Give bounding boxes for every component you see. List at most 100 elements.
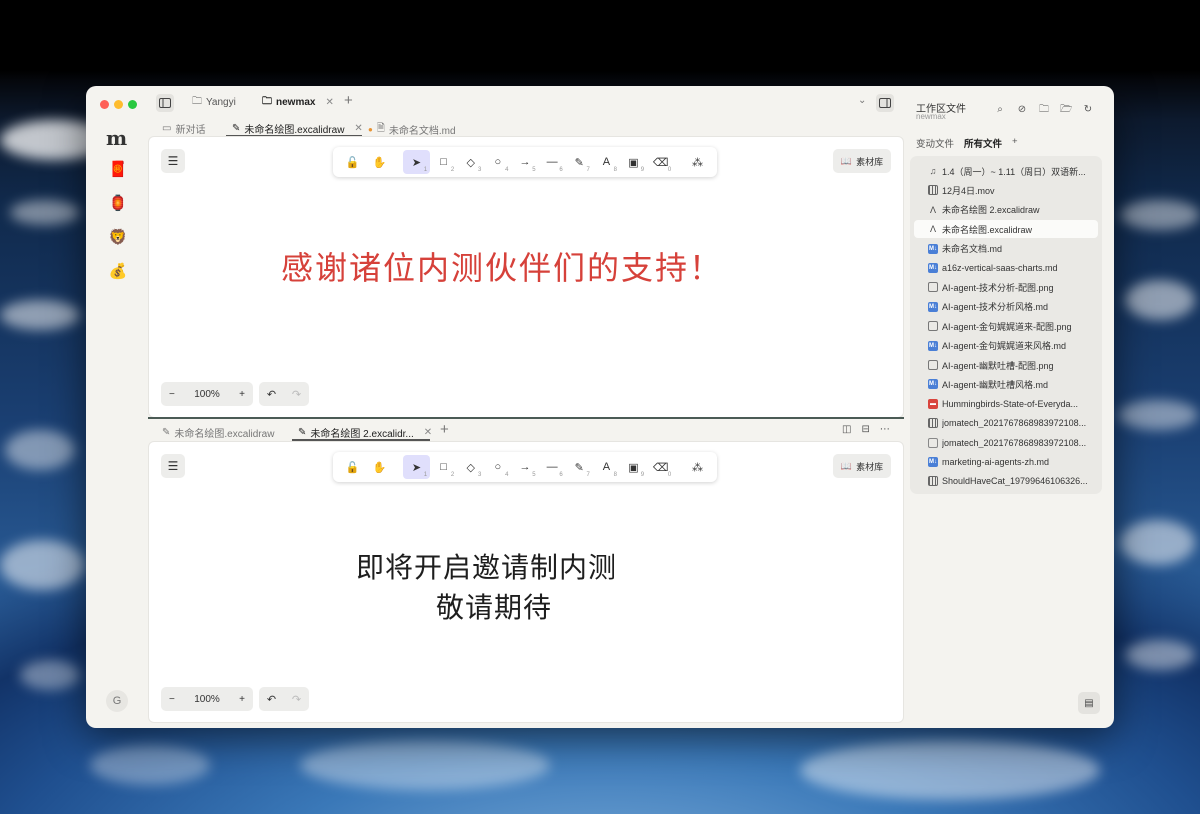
pane-divider[interactable] [148,417,904,419]
rectangle-tool-button[interactable]: □ 2 [430,455,457,479]
shapes-tool-button[interactable]: ⁂ [684,455,711,479]
zoom-in-button[interactable]: + [239,389,245,400]
new-tab-button[interactable]: + [344,92,353,109]
rectangle-tool-button[interactable]: □ 2 [430,150,457,174]
arrow-tool-button[interactable]: → 5 [511,455,538,479]
menu-button[interactable]: ☰ [161,149,185,173]
zoom-out-button[interactable]: − [169,694,175,705]
open-folder-icon[interactable]: 🗁 [1060,104,1072,116]
window-tab-newmax[interactable]: 🗀 newmax ✕ [262,93,334,111]
library-button[interactable]: 📖 素材库 [833,454,891,478]
file-item[interactable]: Λ 未命名绘图 2.excalidraw [914,201,1098,219]
toggle-right-sidebar-button[interactable] [876,94,894,112]
canvas-text-stay-tuned[interactable]: 敬请期待 [436,586,552,626]
close-tab-icon[interactable]: ✕ [354,123,362,134]
file-item[interactable]: M↓ AI-agent-幽默吐槽风格.md [914,375,1098,393]
eraser-tool-button[interactable]: ⌫ 0 [647,455,674,479]
file-item[interactable]: Λ 未命名绘图.excalidraw [914,220,1098,239]
tab-excalidraw-1[interactable]: ✎ 未命名绘图.excalidraw ✕ [232,121,363,136]
file-item[interactable]: AI-agent-幽默吐槽-配图.png [914,356,1098,374]
tab-all-files[interactable]: 所有文件 [964,136,1002,150]
pointer-tool-button[interactable]: ➤ 1 [402,150,431,174]
circle-tool-button[interactable]: ○ 4 [484,455,511,479]
undo-icon[interactable]: ↶ [267,693,276,706]
diamond-tool-button[interactable]: ◇ 3 [457,455,484,479]
minimize-window-button[interactable] [114,100,123,109]
circle-tool-button[interactable]: ○ 4 [484,150,511,174]
arrow-tool-button[interactable]: → 5 [511,150,538,174]
new-folder-icon[interactable]: 🗀 [1038,104,1050,116]
file-item[interactable]: jomatech_2021767868983972108... [914,414,1098,432]
line-icon: — [546,156,558,168]
file-item[interactable]: M↓ AI-agent-技术分析风格.md [914,298,1098,316]
add-icon[interactable]: + [1012,136,1018,150]
split-vertical-icon[interactable]: ◫ [842,424,851,435]
toggle-left-sidebar-button[interactable] [156,94,174,112]
file-item[interactable]: M↓ marketing-ai-agents-zh.md [914,453,1098,471]
pencil-draw-tool-button[interactable]: ✎ 7 [566,455,593,479]
file-item[interactable]: M↓ 未命名文档.md [914,240,1098,258]
lantern-icon[interactable]: 🏮 [108,194,128,214]
file-item[interactable]: AI-agent-金句娓娓道来-配图.png [914,317,1098,335]
red-envelope-icon[interactable]: 🧧 [108,160,128,180]
file-item[interactable]: 12月4日.mov [914,181,1098,199]
split-horizontal-icon[interactable]: ⊟ [861,424,869,435]
lock-tool-button[interactable]: 🔓 [339,455,366,479]
file-item[interactable]: ♫ 1.4（周一）~ 1.11（周日）双语新... [914,162,1098,180]
gold-ingot-icon[interactable]: 💰 [108,262,128,282]
line-tool-button[interactable]: —6 [539,150,566,174]
library-button[interactable]: 📖 素材库 [833,149,891,173]
image-icon: ▣ [628,461,639,474]
pointer-tool-button[interactable]: ➤ 1 [402,455,431,479]
canvas-text-thanks[interactable]: 感谢诸位内测伙伴们的支持！ [281,243,723,289]
more-options-icon[interactable]: ⋯ [880,424,890,435]
redo-icon[interactable]: ↷ [292,693,301,706]
pencil-draw-tool-button[interactable]: ✎ 7 [566,150,593,174]
tab-excalidraw-2[interactable]: ✎ 未命名绘图 2.excalidr... ✕ [298,425,432,440]
text-tool-button[interactable]: A8 [593,150,620,174]
avatar[interactable]: G [106,690,128,712]
tab-changed-files[interactable]: 变动文件 [916,136,954,150]
lock-tool-button[interactable]: 🔓 [339,150,366,174]
file-item[interactable]: ▬ Hummingbirds-State-of-Everyda... [914,395,1098,413]
window-tab-yangyi[interactable]: 🗀 Yangyi [192,93,236,111]
shortcut-key: 6 [559,472,563,478]
file-item[interactable]: M↓ a16z-vertical-saas-charts.md [914,259,1098,277]
tab-new-chat[interactable]: ▭ 新对话 [162,121,205,136]
tab-excalidraw-1[interactable]: ✎ 未命名绘图.excalidraw [162,425,274,440]
canvas-text-invite[interactable]: 即将开启邀请制内测 [356,546,617,586]
bottom-canvas-pane[interactable]: ☰ 🔓 ✋ ➤ 1 □ 2 ◇ 3 ○ 4 → 5—6 ✎ 7 A 8 ▣ 9 ⌫ 0 ⁂ 📖 素材库 即将开启邀请制内… [148,441,904,723]
text-icon: A [602,156,611,168]
line-tool-button[interactable]: —6 [539,455,566,479]
maximize-window-button[interactable] [128,100,137,109]
file-item[interactable]: ShouldHaveCat_19799646106326... [914,472,1098,490]
eraser-tool-button[interactable]: ⌫ 0 [647,150,674,174]
hand-tool-button[interactable]: ✋ [366,150,393,174]
search-icon[interactable]: ⌕ [994,104,1006,116]
new-tab-button[interactable]: + [440,421,449,438]
refresh-icon[interactable]: ↻ [1082,104,1094,116]
file-item[interactable]: M↓ AI-agent-金句娓娓道来风格.md [914,337,1098,355]
shapes-tool-button[interactable]: ⁂ [684,150,711,174]
menu-button[interactable]: ☰ [161,454,185,478]
lion-dance-icon[interactable]: 🦁 [108,228,128,248]
close-window-button[interactable] [100,100,109,109]
feedback-button[interactable]: ▤ [1078,692,1100,714]
hand-tool-button[interactable]: ✋ [366,455,393,479]
chevron-down-icon[interactable]: ⌄ [858,95,866,106]
file-item[interactable]: AI-agent-技术分析-配图.png [914,278,1098,296]
image-tool-button[interactable]: ▣ 9 [620,455,647,479]
hide-icon[interactable]: ⊘ [1016,104,1028,116]
undo-icon[interactable]: ↶ [267,388,276,401]
zoom-in-button[interactable]: + [239,694,245,705]
zoom-out-button[interactable]: − [169,389,175,400]
close-tab-icon[interactable]: ✕ [424,427,432,438]
top-canvas-pane[interactable]: ☰ 🔓 ✋ ➤ 1 □ 2 ◇ 3 ○ 4 → 5—6 ✎ 7 A 8 ▣ 9 ⌫ 0 ⁂ 📖 素材库 感谢诸位内测伙伴… [148,136,904,418]
file-item[interactable]: jomatech_2021767868983972108... [914,434,1098,452]
close-tab-icon[interactable]: ✕ [325,97,333,108]
diamond-tool-button[interactable]: ◇ 3 [457,150,484,174]
image-tool-button[interactable]: ▣ 9 [620,150,647,174]
text-tool-button[interactable]: A8 [593,455,620,479]
redo-icon[interactable]: ↷ [292,388,301,401]
undo-redo-group: ↶ ↷ [259,687,309,711]
